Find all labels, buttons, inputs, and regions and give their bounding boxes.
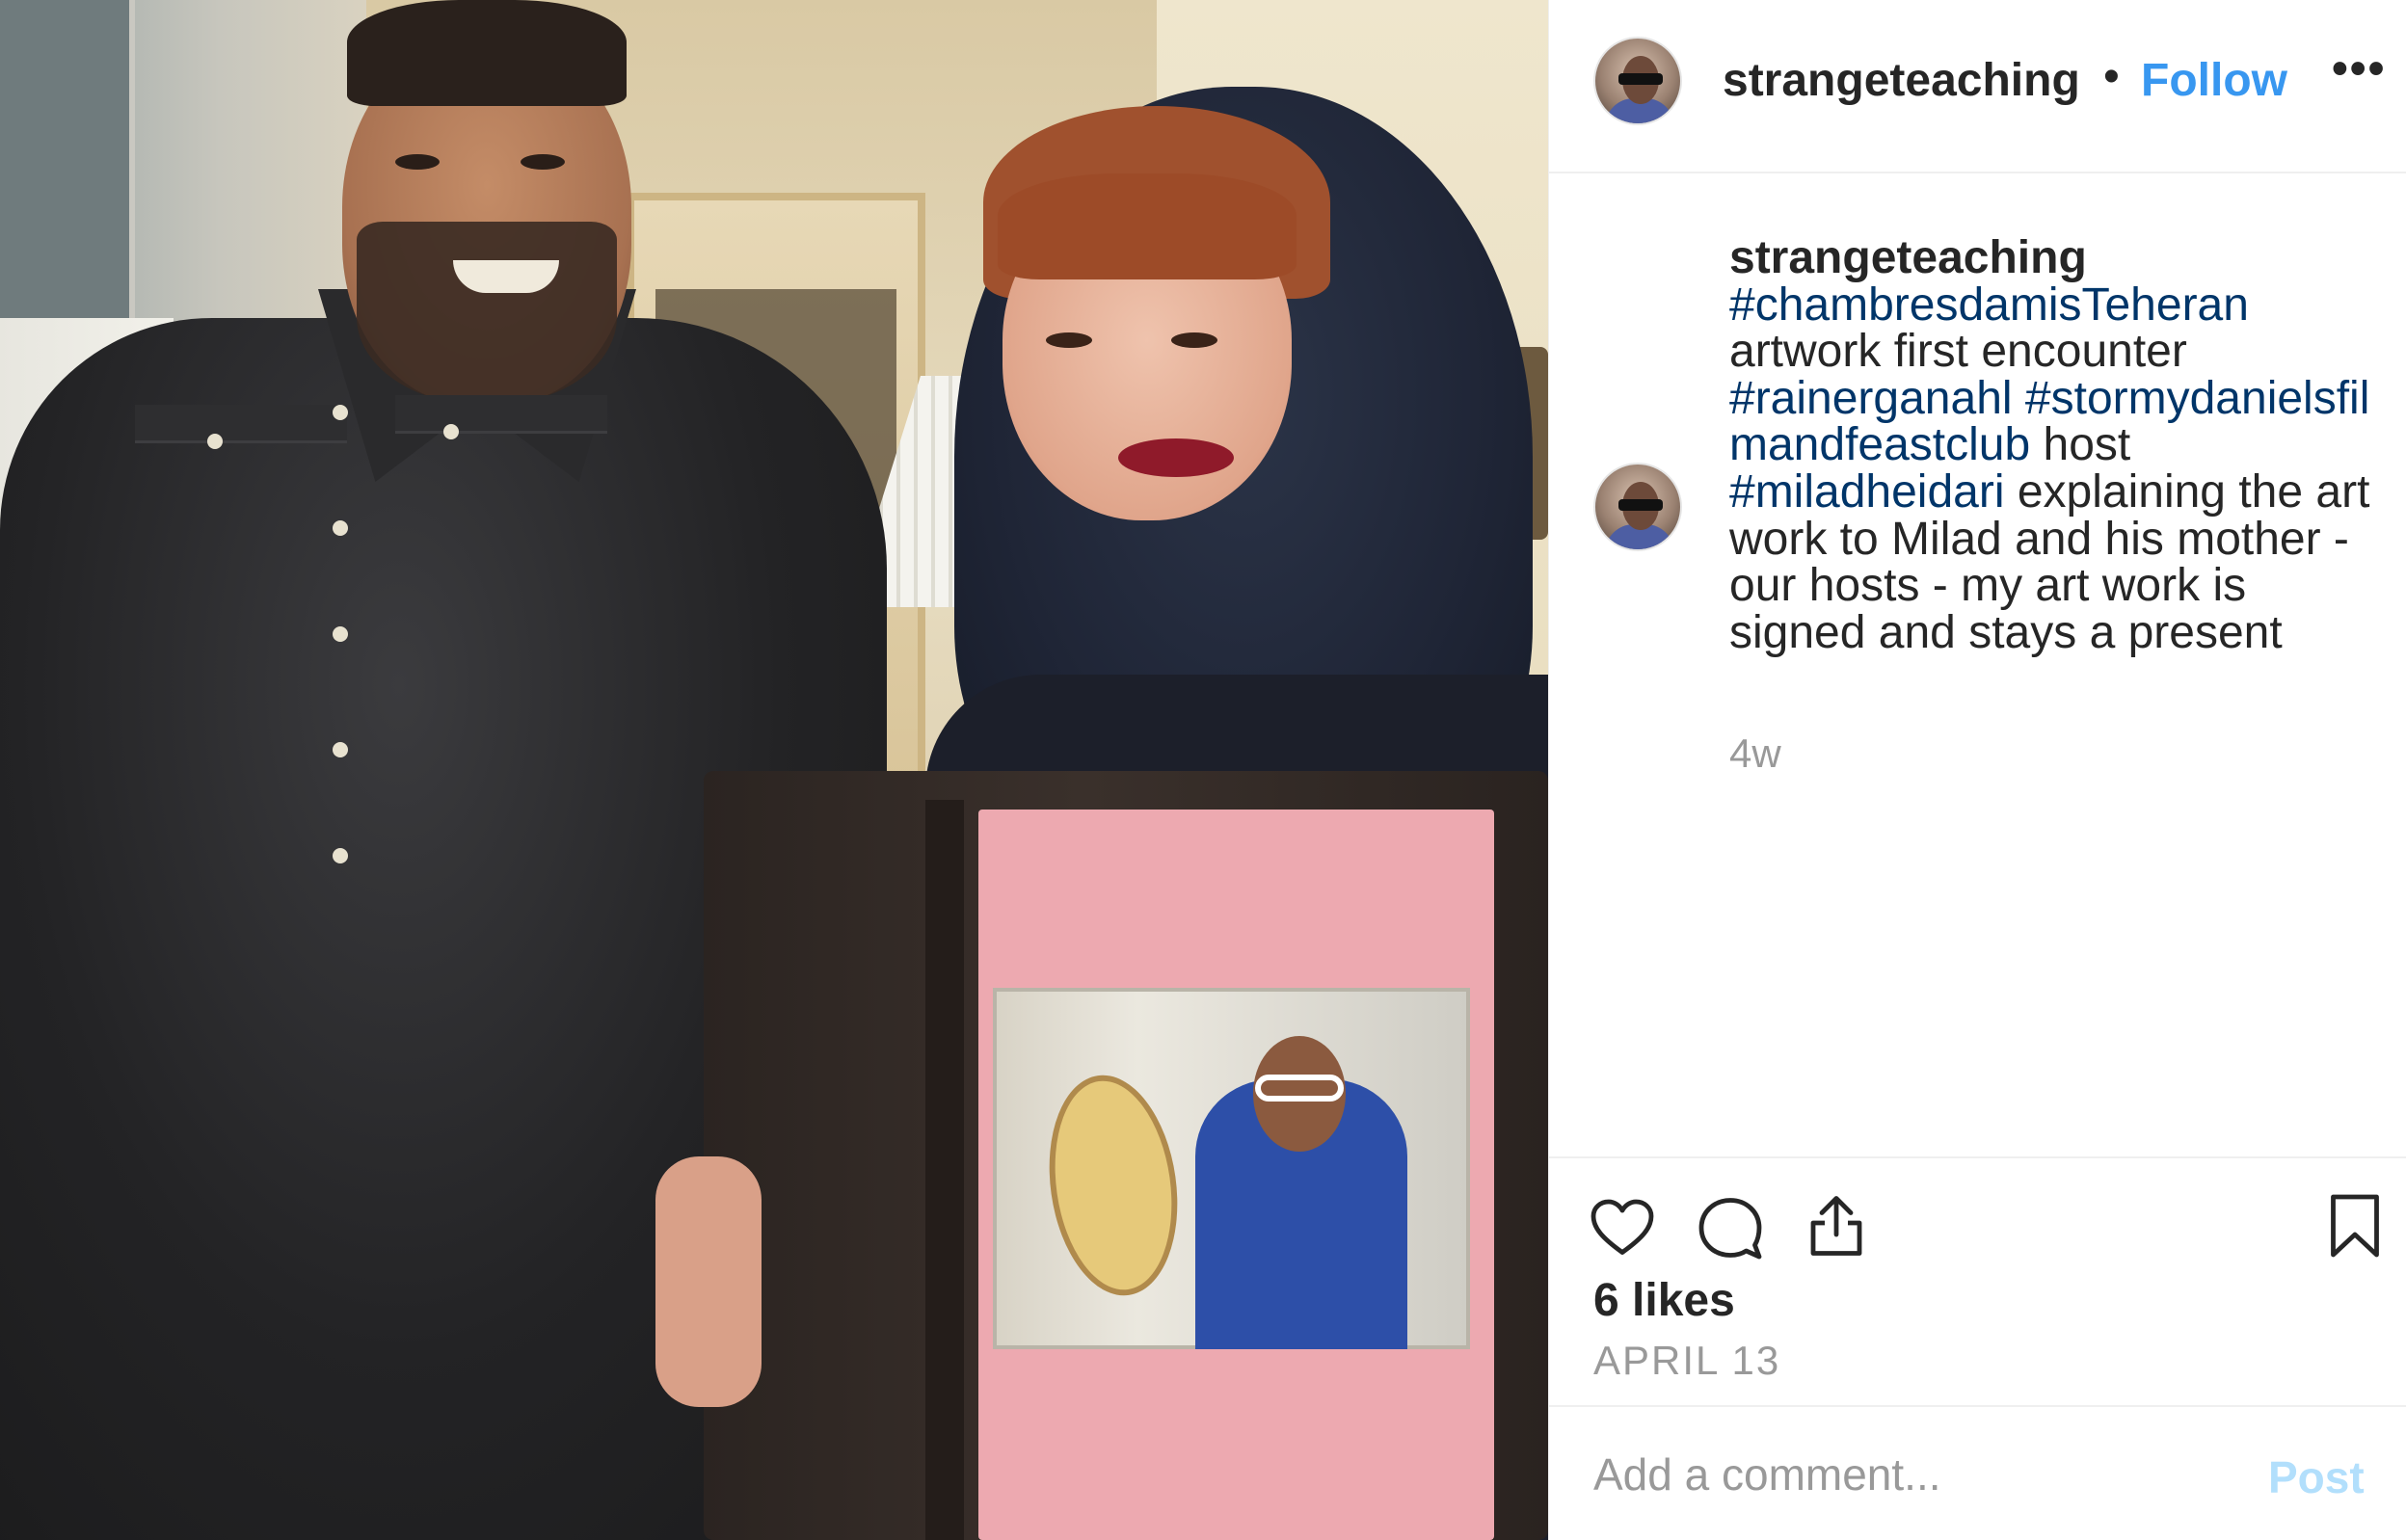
avatar[interactable] bbox=[1593, 37, 1682, 125]
comment-input[interactable] bbox=[1593, 1446, 2230, 1503]
follow-button[interactable]: Follow bbox=[2141, 54, 2287, 107]
shirt-button bbox=[207, 434, 223, 449]
woman-hand bbox=[655, 1156, 762, 1407]
shirt-button bbox=[443, 424, 459, 439]
shirt-pocket bbox=[135, 405, 347, 443]
shirt-button bbox=[333, 742, 348, 757]
heart-icon[interactable] bbox=[1588, 1193, 1657, 1262]
caption-comment: strangeteaching #chambresdamisTeheran ar… bbox=[1549, 173, 2406, 1156]
shirt-pocket bbox=[395, 395, 607, 434]
post-date[interactable]: APRIL 13 bbox=[1593, 1338, 1780, 1384]
caption-username[interactable]: strangeteaching bbox=[1729, 232, 2087, 283]
avatar-glasses bbox=[1618, 73, 1663, 85]
post-header: strangeteaching • Follow ••• bbox=[1549, 0, 2406, 173]
post-side-panel: strangeteaching • Follow ••• strangeteac… bbox=[1548, 0, 2406, 1540]
woman-bangs bbox=[998, 173, 1297, 279]
hashtag-link[interactable]: #rainerganahl bbox=[1729, 373, 2013, 424]
comment-form: Post bbox=[1549, 1405, 2406, 1540]
post-photo[interactable] bbox=[0, 0, 1548, 1540]
bookmark-icon[interactable] bbox=[2320, 1191, 2390, 1261]
comment-icon[interactable] bbox=[1696, 1193, 1765, 1262]
woman-lips bbox=[1118, 438, 1234, 477]
action-bar: 6 likes APRIL 13 bbox=[1549, 1156, 2406, 1407]
woman-eye bbox=[1171, 332, 1217, 348]
share-icon[interactable] bbox=[1802, 1191, 1871, 1261]
woman-eye bbox=[1046, 332, 1092, 348]
man-eye bbox=[521, 154, 565, 170]
caption-fragment: host bbox=[2030, 419, 2131, 471]
man-hair bbox=[347, 0, 627, 106]
caption-text: strangeteaching #chambresdamisTeheran ar… bbox=[1729, 232, 2385, 656]
man-smile bbox=[453, 260, 559, 293]
artwork-glasses bbox=[1255, 1075, 1344, 1102]
folder-spine bbox=[925, 800, 964, 1540]
avatar-glasses bbox=[1618, 499, 1663, 511]
caption-fragment: artwork first encounter bbox=[1729, 326, 2187, 378]
header-username[interactable]: strangeteaching bbox=[1723, 54, 2099, 107]
avatar[interactable] bbox=[1593, 463, 1682, 551]
man-beard bbox=[357, 222, 617, 405]
hashtag-link[interactable]: #chambresdamisTeheran bbox=[1729, 279, 2249, 331]
separator-dot: • bbox=[2103, 51, 2120, 102]
shirt-button bbox=[333, 520, 348, 536]
shirt-button bbox=[333, 626, 348, 642]
caption-fragment bbox=[2013, 373, 2025, 424]
post-button[interactable]: Post bbox=[2268, 1451, 2365, 1503]
doorway bbox=[0, 0, 135, 337]
likes-count[interactable]: 6 likes bbox=[1593, 1274, 1735, 1327]
more-options-icon[interactable]: ••• bbox=[2332, 42, 2386, 95]
caption-timestamp[interactable]: 4w bbox=[1729, 730, 1781, 777]
shirt-button bbox=[333, 848, 348, 863]
man-eye bbox=[395, 154, 440, 170]
shirt-button bbox=[333, 405, 348, 420]
hashtag-link[interactable]: #miladheidari bbox=[1729, 466, 2005, 518]
